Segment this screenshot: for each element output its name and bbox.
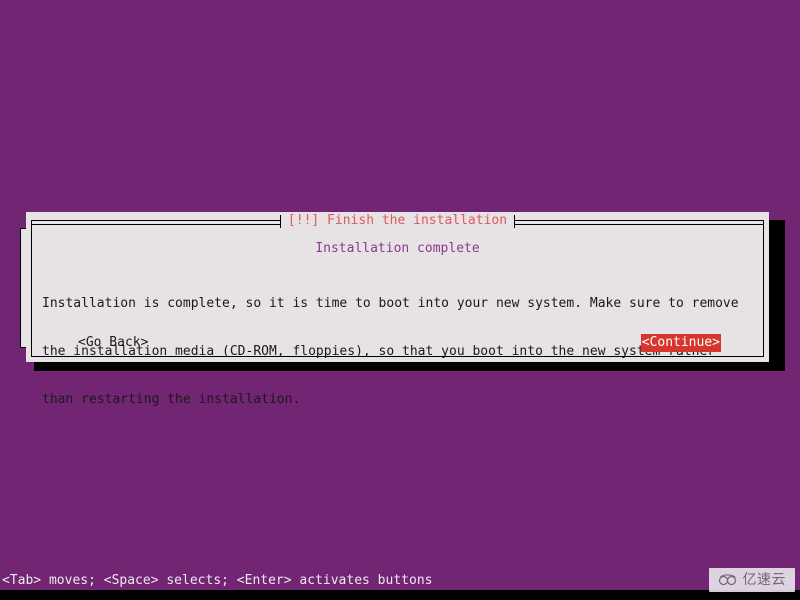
bottom-black-strip: [0, 590, 800, 600]
dialog-body: Installation complete Installation is co…: [32, 230, 763, 407]
dialog-message: Installation is complete, so it is time …: [32, 264, 763, 440]
title-rule-left: [31, 224, 280, 225]
status-bar-hint: <Tab> moves; <Space> selects; <Enter> ac…: [2, 573, 433, 588]
watermark-text: 亿速云: [742, 572, 786, 588]
dialog-title-bar: [!!] Finish the installation: [31, 213, 764, 229]
title-cap-right: [514, 214, 516, 228]
dialog-buttons-row: <Go Back> <Continue>: [42, 334, 753, 352]
installation-complete-heading: Installation complete: [315, 241, 480, 256]
title-rule-right: [515, 224, 764, 225]
continue-button[interactable]: <Continue>: [640, 334, 721, 352]
finish-installation-dialog: [!!] Finish the installation Installatio…: [26, 212, 769, 407]
watermark: 亿速云: [708, 568, 795, 592]
dialog-message-line: Installation is complete, so it is time …: [42, 296, 739, 311]
cloud-icon: [718, 574, 736, 586]
dialog-title: [!!] Finish the installation: [280, 213, 515, 229]
go-back-button[interactable]: <Go Back>: [78, 334, 148, 352]
dialog-message-line: than restarting the installation.: [42, 392, 301, 407]
